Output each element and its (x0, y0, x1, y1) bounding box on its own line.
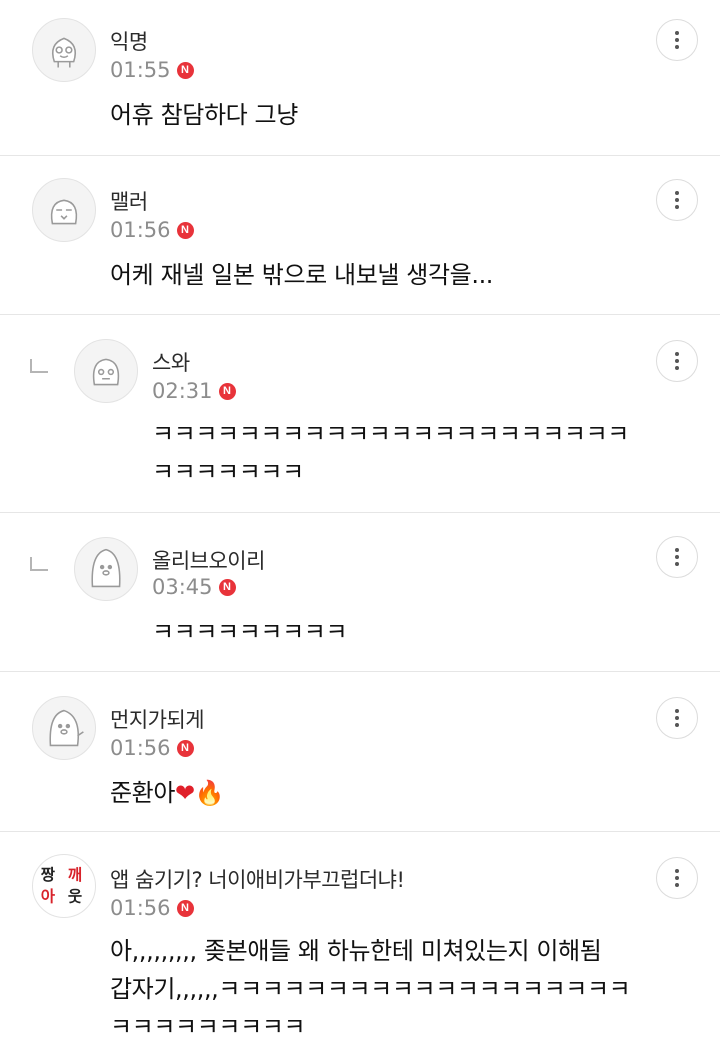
time-text: 03:45 (152, 575, 213, 599)
comment-item: 익명 01:55 N 어휴 참담하다 그냥 (0, 0, 720, 156)
avatar-char: 웃 (68, 888, 82, 906)
author-name[interactable]: 스와 (152, 347, 190, 377)
comment-line: ㅋㅋㅋㅋㅋㅋㅋ (152, 458, 304, 486)
avatar[interactable] (74, 537, 138, 601)
reply-item: 올리브오이리 03:45 N ㅋㅋㅋㅋㅋㅋㅋㅋㅋ (0, 513, 720, 672)
comment-line: 준환아 (110, 779, 176, 807)
more-options-button[interactable] (656, 340, 698, 382)
avatar[interactable] (32, 178, 96, 242)
comment-time: 01:56 N (110, 896, 194, 920)
new-badge: N (176, 899, 194, 917)
avatar-char: 깨 (68, 866, 82, 884)
comment-line: ㅋㅋㅋㅋㅋㅋㅋㅋㅋ (110, 1013, 306, 1041)
comment-time: 03:45 N (152, 575, 236, 599)
comment-text: 아,,,,,,,,, 좆본애들 왜 하뉴한테 미쳐있는지 이해됨 갑자기,,,,… (110, 932, 631, 1046)
more-options-button[interactable] (656, 536, 698, 578)
author-name[interactable]: 앱 숨기기? 너이애비가부끄럽더냐! (110, 864, 405, 894)
author-name[interactable]: 익명 (110, 26, 148, 56)
time-text: 01:56 (110, 218, 171, 242)
time-text: 01:56 (110, 736, 171, 760)
reply-arrow-icon (30, 359, 48, 373)
author-name[interactable]: 올리브오이리 (152, 545, 265, 575)
comment-line: 갑자기,,,,,,ㅋㅋㅋㅋㅋㅋㅋㅋㅋㅋㅋㅋㅋㅋㅋㅋㅋㅋㅋ (110, 975, 631, 1003)
more-vertical-icon (675, 548, 679, 566)
comment-text: ㅋㅋㅋㅋㅋㅋㅋㅋㅋ (152, 613, 348, 651)
more-options-button[interactable] (656, 19, 698, 61)
more-options-button[interactable] (656, 697, 698, 739)
time-text: 02:31 (152, 379, 213, 403)
reply-item: 스와 02:31 N ㅋㅋㅋㅋㅋㅋㅋㅋㅋㅋㅋㅋㅋㅋㅋㅋㅋㅋㅋㅋㅋㅋ ㅋㅋㅋㅋㅋㅋ… (0, 315, 720, 513)
more-vertical-icon (675, 709, 679, 727)
avatar-char: 짱 (41, 866, 56, 884)
time-text: 01:56 (110, 896, 171, 920)
avatar[interactable]: 짱 깨 아 웃 (32, 854, 96, 918)
time-text: 01:55 (110, 58, 171, 82)
new-badge: N (176, 61, 194, 79)
avatar[interactable] (74, 339, 138, 403)
comment-time: 01:55 N (110, 58, 194, 82)
more-vertical-icon (675, 352, 679, 370)
new-badge: N (218, 382, 236, 400)
comment-line: 어휴 참담하다 그냥 (110, 101, 298, 129)
comment-text: 어케 재넬 일본 밖으로 내보낼 생각을... (110, 256, 493, 294)
avatar-char: 아 (41, 888, 56, 906)
comment-line: 아,,,,,,,,, 좆본애들 왜 하뉴한테 미쳐있는지 이해됨 (110, 937, 602, 965)
author-name[interactable]: 맬러 (110, 186, 148, 216)
comment-item: 짱 깨 아 웃 앱 숨기기? 너이애비가부끄럽더냐! 01:56 N 아,,,,… (0, 832, 720, 1062)
avatar[interactable] (32, 18, 96, 82)
comment-line: ㅋㅋㅋㅋㅋㅋㅋㅋㅋㅋㅋㅋㅋㅋㅋㅋㅋㅋㅋㅋㅋㅋ (152, 420, 629, 448)
reply-arrow-icon (30, 557, 48, 571)
new-badge: N (176, 221, 194, 239)
fire-emoji-icon: 🔥 (194, 779, 225, 807)
comment-text: 어휴 참담하다 그냥 (110, 96, 298, 134)
comment-time: 01:56 N (110, 218, 194, 242)
more-vertical-icon (675, 191, 679, 209)
comment-text: ㅋㅋㅋㅋㅋㅋㅋㅋㅋㅋㅋㅋㅋㅋㅋㅋㅋㅋㅋㅋㅋㅋ ㅋㅋㅋㅋㅋㅋㅋ (152, 415, 629, 491)
comment-time: 01:56 N (110, 736, 194, 760)
comment-time: 02:31 N (152, 379, 236, 403)
comment-line: ㅋㅋㅋㅋㅋㅋㅋㅋㅋ (152, 618, 348, 646)
heart-emoji-icon: ❤ (175, 779, 195, 807)
author-name[interactable]: 먼지가되게 (110, 704, 205, 734)
comment-text: 준환아❤🔥 (110, 774, 225, 812)
new-badge: N (176, 739, 194, 757)
avatar[interactable] (32, 696, 96, 760)
comment-item: 맬러 01:56 N 어케 재넬 일본 밖으로 내보낼 생각을... (0, 156, 720, 315)
comment-line: 어케 재넬 일본 밖으로 내보낼 생각을... (110, 261, 494, 289)
new-badge: N (218, 578, 236, 596)
more-options-button[interactable] (656, 857, 698, 899)
more-options-button[interactable] (656, 179, 698, 221)
comment-item: 먼지가되게 01:56 N 준환아❤🔥 (0, 672, 720, 832)
more-vertical-icon (675, 31, 679, 49)
more-vertical-icon (675, 869, 679, 887)
